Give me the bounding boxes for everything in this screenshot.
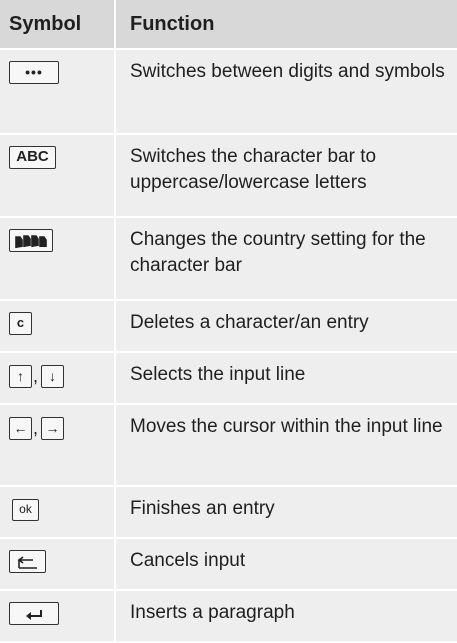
more-symbols-key-icon: •••: [9, 61, 59, 85]
function-text: Inserts a paragraph: [114, 590, 457, 643]
table-row: ••• Switches between digits and symbols: [0, 49, 457, 135]
left-arrow-key-icon: ←: [9, 416, 32, 440]
table-row: Inserts a paragraph: [0, 590, 457, 643]
table-row: Cancels input: [0, 538, 457, 591]
header-function: Function: [114, 0, 457, 50]
delete-c-key-icon: c: [9, 312, 32, 336]
down-arrow-key-icon: ↓: [41, 364, 65, 388]
table-row: ABC Switches the character bar to upperc…: [0, 134, 457, 218]
separator: ,: [33, 418, 39, 438]
symbol-function-table: Symbol Function ••• Switches between dig…: [0, 0, 457, 643]
function-text: Finishes an entry: [114, 486, 457, 539]
table-row: ←, → Moves the cursor within the input li…: [0, 404, 457, 487]
function-text: Moves the cursor within the input line: [114, 404, 457, 487]
function-text: Switches the character bar to uppercase/…: [114, 134, 457, 218]
function-text: Cancels input: [114, 538, 457, 591]
back-key-icon: [9, 550, 46, 574]
right-arrow-key-icon: →: [41, 416, 65, 440]
abc-key-icon: ABC: [9, 146, 56, 170]
function-text: Selects the input line: [114, 352, 457, 405]
table-row: Changes the country setting for the char…: [0, 217, 457, 301]
table-row: ok Finishes an entry: [0, 486, 457, 539]
up-arrow-key-icon: ↑: [9, 364, 32, 388]
table-row: ↑, ↓ Selects the input line: [0, 352, 457, 405]
enter-key-icon: [9, 602, 59, 626]
table-row: c Deletes a character/an entry: [0, 300, 457, 353]
function-text: Changes the country setting for the char…: [114, 217, 457, 301]
table-header-row: Symbol Function: [0, 0, 457, 50]
function-text: Deletes a character/an entry: [114, 300, 457, 353]
ok-key-icon: ok: [12, 498, 39, 521]
country-flags-key-icon: [9, 229, 53, 253]
separator: ,: [33, 366, 39, 386]
header-symbol: Symbol: [0, 0, 115, 50]
function-text: Switches between digits and symbols: [114, 49, 457, 135]
